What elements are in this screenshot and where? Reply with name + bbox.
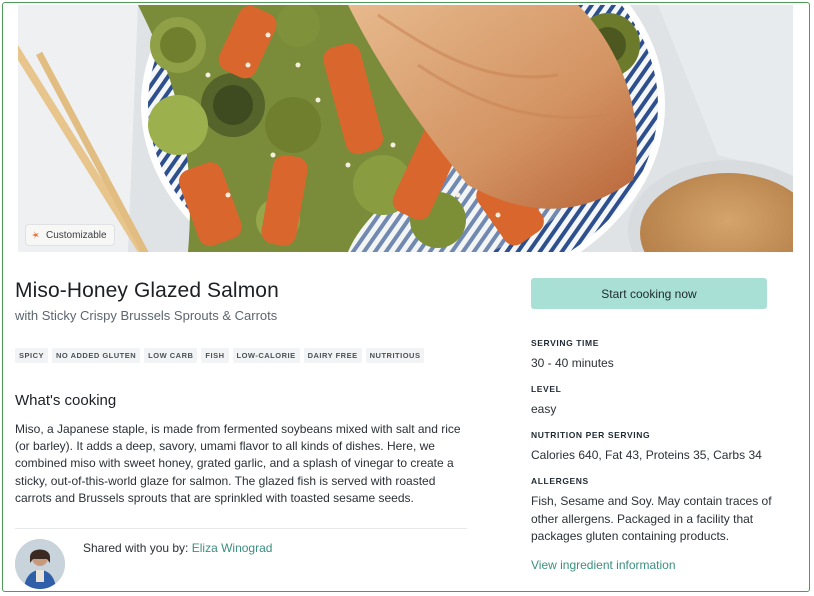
tag: LOW-CALORIE: [232, 348, 300, 363]
tag: FISH: [201, 348, 229, 363]
level-block: LEVEL easy: [531, 384, 771, 419]
user-avatar-image: [15, 539, 65, 589]
dish-photo: [18, 5, 793, 252]
tag: LOW CARB: [144, 348, 198, 363]
allergens-value: Fish, Sesame and Soy. May contain traces…: [531, 494, 772, 543]
tag: NO ADDED GLUTEN: [52, 348, 141, 363]
serving-time-block: SERVING TIME 30 - 40 minutes: [531, 338, 771, 373]
shared-by-text: Shared with you by: Eliza Winograd: [83, 541, 272, 555]
page-frame: Customizable Miso-Honey Glazed Salmon wi…: [2, 2, 810, 592]
view-ingredient-info-link[interactable]: View ingredient information: [531, 558, 676, 572]
serving-time-label: SERVING TIME: [531, 338, 599, 348]
serving-time-value: 30 - 40 minutes: [531, 356, 614, 370]
start-cooking-button[interactable]: Start cooking now: [531, 278, 767, 309]
customizable-label: Customizable: [46, 229, 107, 241]
recipe-subtitle: with Sticky Crispy Brussels Sprouts & Ca…: [15, 308, 278, 323]
avatar: [15, 539, 65, 589]
tag: NUTRITIOUS: [365, 348, 425, 363]
allergens-label: ALLERGENS: [531, 476, 589, 486]
recipe-hero-image: Customizable: [18, 5, 793, 252]
whats-cooking-heading: What's cooking: [15, 392, 117, 409]
tag: DAIRY FREE: [303, 348, 362, 363]
customizable-badge: Customizable: [26, 225, 114, 245]
level-label: LEVEL: [531, 384, 562, 394]
nutrition-value: Calories 640, Fat 43, Proteins 35, Carbs…: [531, 448, 762, 462]
recipe-tags: SPICY NO ADDED GLUTEN LOW CARB FISH LOW-…: [15, 348, 425, 363]
nutrition-block: NUTRITION PER SERVING Calories 640, Fat …: [531, 430, 771, 465]
recipe-description: Miso, a Japanese staple, is made from fe…: [15, 422, 461, 505]
nutrition-label: NUTRITION PER SERVING: [531, 430, 651, 440]
level-value: easy: [531, 402, 557, 416]
recipe-title: Miso-Honey Glazed Salmon: [15, 279, 279, 302]
spark-icon: [32, 231, 39, 239]
divider: [15, 528, 467, 529]
sharer-name-link[interactable]: Eliza Winograd: [192, 541, 273, 555]
shared-by-prefix: Shared with you by:: [83, 541, 192, 555]
allergens-block: ALLERGENS Fish, Sesame and Soy. May cont…: [531, 476, 776, 546]
tag: SPICY: [15, 348, 49, 363]
